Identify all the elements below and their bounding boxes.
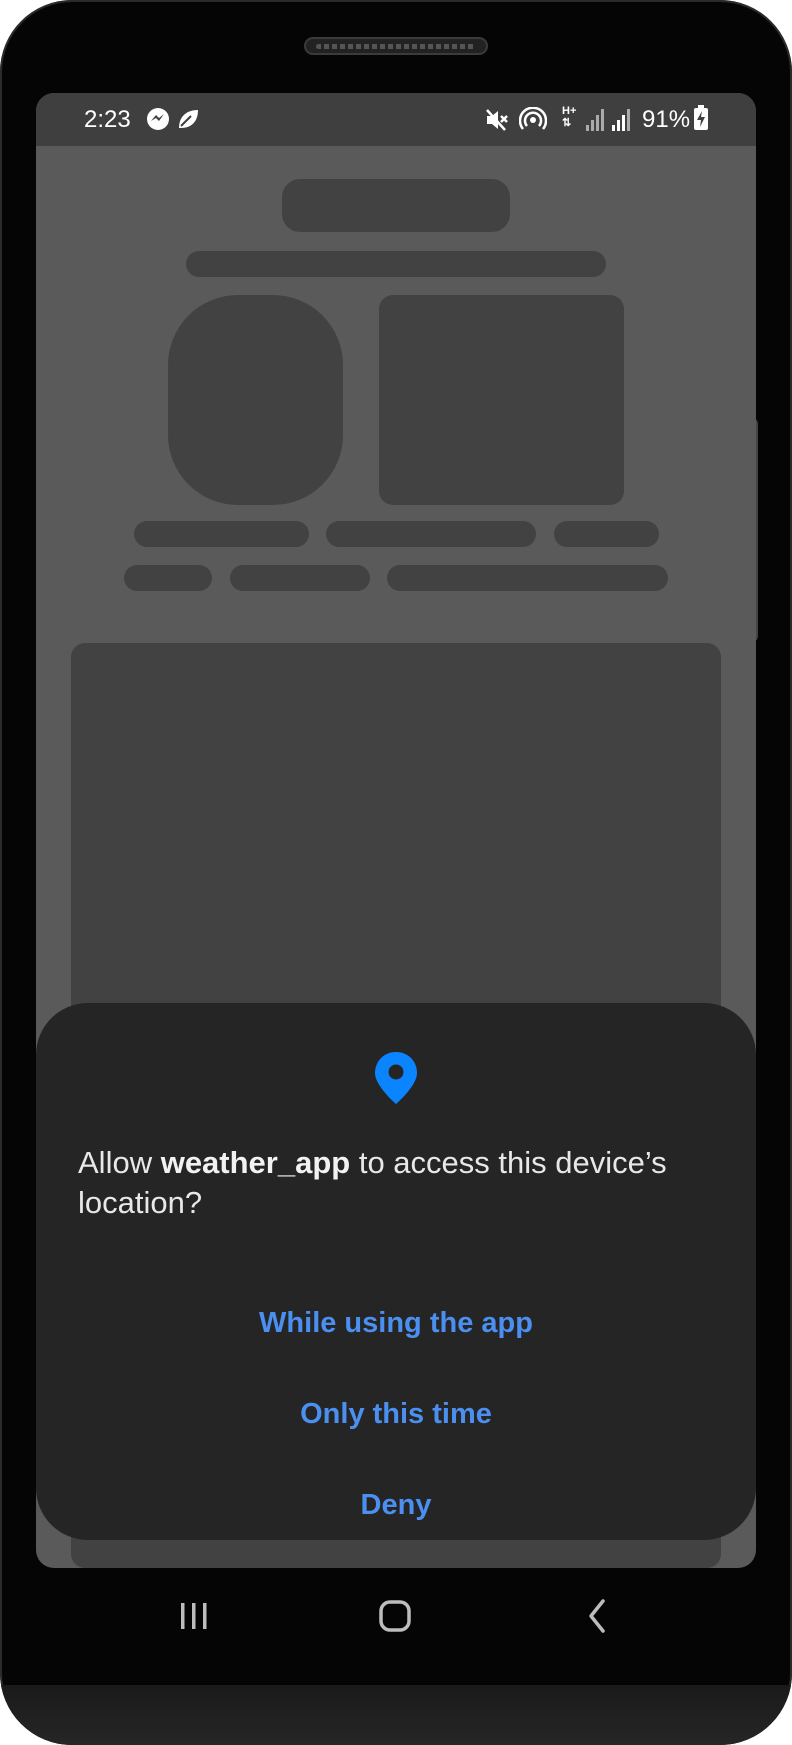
skeleton-line xyxy=(124,565,212,591)
status-bar: 2:23 H+ ⇅ 91% xyxy=(36,93,756,146)
status-time: 2:23 xyxy=(84,106,131,133)
only-this-time-button[interactable]: Only this time xyxy=(136,1379,656,1449)
leaf-icon xyxy=(176,107,200,136)
app-name: weather_app xyxy=(160,1145,351,1180)
while-using-app-button[interactable]: While using the app xyxy=(136,1288,656,1358)
hotspot-icon xyxy=(518,106,548,138)
skeleton-subtitle xyxy=(186,251,606,277)
home-icon[interactable] xyxy=(360,1585,430,1645)
phone-bottom-bezel xyxy=(0,1685,792,1745)
earpiece-speaker xyxy=(304,37,488,55)
navigation-bar xyxy=(0,1575,792,1655)
deny-button[interactable]: Deny xyxy=(136,1470,656,1540)
screen: 2:23 H+ ⇅ 91% Allow weather_app to acces… xyxy=(36,93,756,1568)
prompt-prefix: Allow xyxy=(78,1145,161,1180)
signal-icon xyxy=(612,107,632,136)
permission-prompt: Allow weather_app to access this device’… xyxy=(78,1143,718,1223)
location-permission-dialog: Allow weather_app to access this device’… xyxy=(36,1003,756,1540)
skeleton-line xyxy=(326,521,536,547)
location-pin-icon xyxy=(373,1050,419,1111)
back-icon[interactable] xyxy=(563,1585,633,1645)
skeleton-line xyxy=(134,521,309,547)
skeleton-line xyxy=(554,521,659,547)
skeleton-line xyxy=(387,565,668,591)
signal-icon xyxy=(586,107,606,136)
mute-icon xyxy=(484,107,510,138)
hplus-data-icon: H+ ⇅ xyxy=(562,105,577,129)
battery-percentage: 91% xyxy=(642,106,691,133)
battery-charging-icon xyxy=(693,105,709,136)
skeleton-line xyxy=(230,565,370,591)
skeleton-title xyxy=(282,179,510,232)
skeleton-weather-image xyxy=(168,295,343,505)
skeleton-info-card xyxy=(379,295,624,505)
recent-apps-icon[interactable] xyxy=(159,1585,229,1645)
phone-frame: 2:23 H+ ⇅ 91% Allow weather_app to acces… xyxy=(0,0,792,1745)
messenger-icon xyxy=(146,107,170,136)
